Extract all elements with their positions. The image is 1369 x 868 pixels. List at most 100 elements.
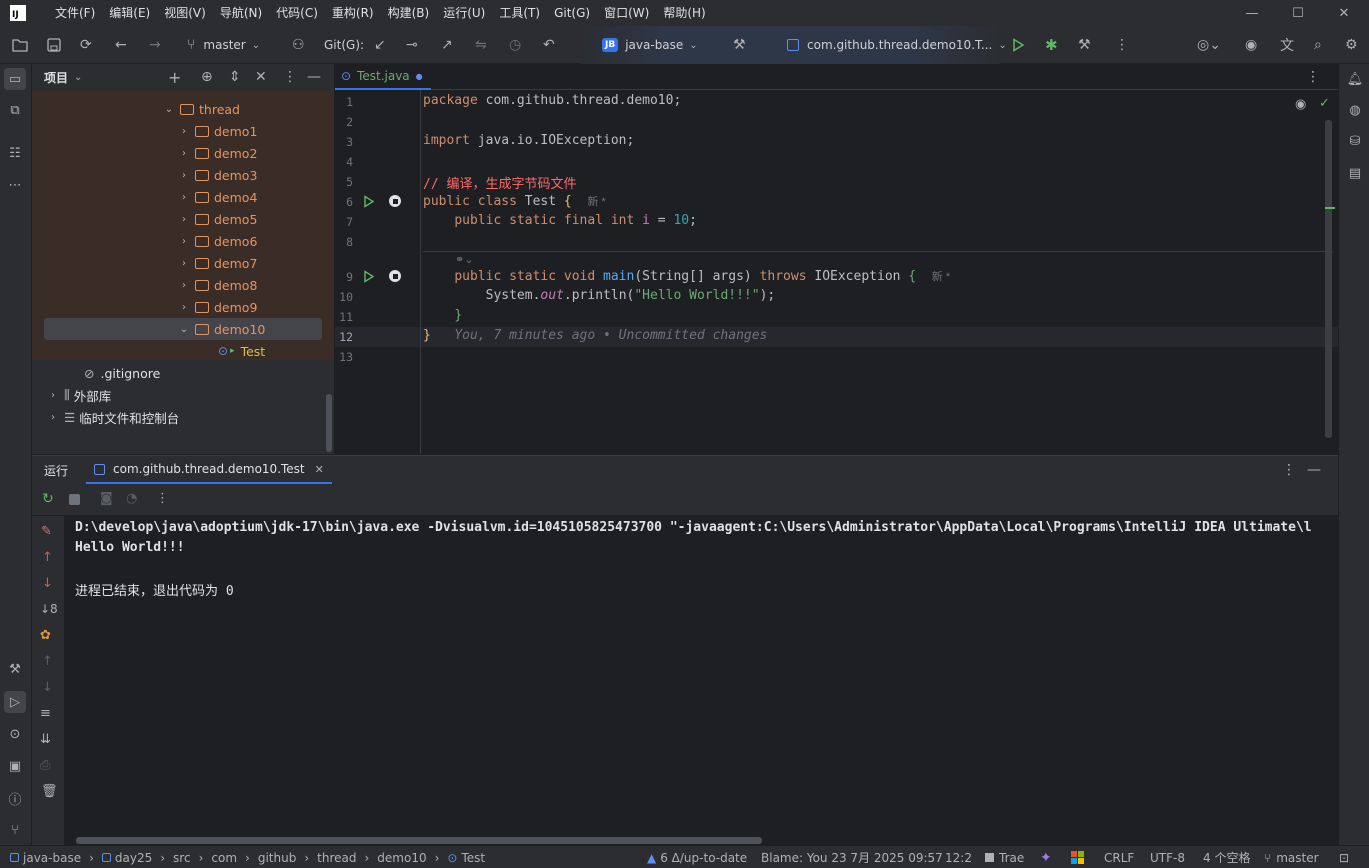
- branch-selector[interactable]: ⑂ master ⌄: [187, 26, 260, 64]
- git-tool-icon[interactable]: ⑂: [4, 819, 26, 841]
- tree-item-demo1[interactable]: › demo1: [32, 120, 322, 142]
- notifications-icon[interactable]: 🔔︎: [1344, 68, 1366, 90]
- next-occurrence-icon[interactable]: ↓: [42, 680, 53, 695]
- back-arrow-icon[interactable]: ←: [115, 26, 127, 64]
- tree-item-scratches[interactable]: › ☰ 临时文件和控制台: [32, 406, 322, 428]
- expand-all-icon[interactable]: ⇕: [229, 69, 241, 85]
- clear-line-icon[interactable]: ✎: [41, 524, 52, 539]
- run-config-selector[interactable]: com.github.thread.demo10.T... ⌄: [787, 26, 1007, 64]
- blame-info[interactable]: Blame: You 23 7月 2025 09:57: [761, 846, 943, 868]
- breakpoint-stop-icon[interactable]: [389, 270, 401, 282]
- code-editor[interactable]: 1 2 3 4 5 6 7 8 9 10 11 12 13 package co…: [335, 90, 1338, 454]
- breadcrumb-item[interactable]: day25: [115, 851, 152, 865]
- search-icon[interactable]: ⌕: [1314, 26, 1322, 64]
- maximize-icon[interactable]: ☐: [1275, 0, 1321, 26]
- tree-item-demo3[interactable]: › demo3: [32, 164, 322, 186]
- prev-occurrence-icon[interactable]: ↑: [42, 654, 53, 669]
- hide-panel-icon[interactable]: —: [1307, 462, 1321, 478]
- build-hammer-icon[interactable]: ⚒: [733, 26, 746, 64]
- menu-refactor[interactable]: 重构(R): [325, 0, 381, 26]
- line-separator[interactable]: CRLF: [1104, 846, 1134, 868]
- vcs-status-icon[interactable]: ◎⌄: [1197, 26, 1221, 64]
- inline-blame[interactable]: You, 7 minutes ago • Uncommitted changes: [454, 328, 767, 343]
- close-window-icon[interactable]: ✕: [1321, 0, 1367, 26]
- scroll-to-end-icon[interactable]: ⇊: [40, 732, 51, 747]
- menu-navigate[interactable]: 导航(N): [213, 0, 269, 26]
- add-user-icon[interactable]: ⚇: [292, 26, 305, 64]
- breadcrumb-item[interactable]: github: [258, 851, 296, 865]
- restore-layout-icon[interactable]: ◔: [126, 491, 137, 506]
- soft-wrap-icon[interactable]: ≡: [40, 706, 51, 721]
- tree-item-external-libraries[interactable]: › ⫼ 外部库: [32, 384, 322, 406]
- screenshot-icon[interactable]: ◙: [100, 491, 113, 506]
- tree-item-demo6[interactable]: › demo6: [32, 230, 322, 252]
- copilot-icon[interactable]: ✦: [1040, 846, 1052, 868]
- save-icon[interactable]: [47, 26, 61, 64]
- reader-mode-eye-icon[interactable]: ◉: [1295, 97, 1306, 112]
- minimize-icon[interactable]: —: [1229, 0, 1275, 26]
- ai-assistant-icon[interactable]: ◉: [1245, 26, 1257, 64]
- tree-item-gitignore[interactable]: ⊘ .gitignore: [32, 362, 322, 384]
- trae-widget[interactable]: Trae: [985, 846, 1024, 868]
- tree-item-demo2[interactable]: › demo2: [32, 142, 322, 164]
- ai-chat-icon[interactable]: ◍: [1344, 99, 1366, 121]
- rerun-icon[interactable]: ↻: [42, 491, 54, 507]
- open-folder-icon[interactable]: [12, 26, 28, 64]
- run-tool-icon[interactable]: ▷: [4, 691, 26, 713]
- database-icon[interactable]: ⛁: [1344, 130, 1366, 152]
- console-horizontal-scrollbar[interactable]: [76, 837, 762, 844]
- tab-test-java[interactable]: ⊙ Test.java ●: [335, 64, 431, 90]
- menu-help[interactable]: 帮助(H): [656, 0, 712, 26]
- run-panel-title[interactable]: 运行: [44, 462, 68, 479]
- tree-item-demo5[interactable]: › demo5: [32, 208, 322, 230]
- git-branch-widget[interactable]: ⑂ master: [1264, 846, 1319, 868]
- tree-item-demo10[interactable]: ⌄ demo10: [44, 318, 322, 340]
- menu-window[interactable]: 窗口(W): [597, 0, 656, 26]
- sort-icon[interactable]: ↓8: [40, 602, 58, 616]
- problems-tool-icon[interactable]: ⓘ: [4, 787, 26, 809]
- tab-options-icon[interactable]: ⋮: [1306, 69, 1320, 85]
- menu-file[interactable]: 文件(F): [48, 0, 102, 26]
- inlay-hint-new[interactable]: 新 *: [932, 271, 950, 283]
- translate-icon[interactable]: 文: [1280, 26, 1294, 64]
- more-options-icon[interactable]: ⋮: [1115, 26, 1129, 64]
- more-options-icon[interactable]: ⋮: [156, 491, 169, 506]
- run-gutter-icon[interactable]: [363, 270, 375, 286]
- git-history-icon[interactable]: ◷: [509, 26, 521, 64]
- git-merge-icon[interactable]: ⇋: [475, 26, 487, 64]
- breadcrumb-item[interactable]: java-base: [23, 851, 81, 865]
- git-commit-icon[interactable]: ⊸: [406, 26, 418, 64]
- menu-build[interactable]: 构建(B): [381, 0, 437, 26]
- breakpoint-stop-icon[interactable]: [389, 195, 401, 207]
- tree-item-demo7[interactable]: › demo7: [32, 252, 322, 274]
- build-tool-icon[interactable]: ⚒: [4, 658, 26, 680]
- delete-trash-icon[interactable]: 🗑︎: [41, 784, 58, 799]
- code-vision-icon[interactable]: ⚭⌄: [455, 253, 473, 266]
- breadcrumb-item[interactable]: thread: [317, 851, 356, 865]
- menu-tools[interactable]: 工具(T): [492, 0, 547, 26]
- tree-item-demo8[interactable]: › demo8: [32, 274, 322, 296]
- indent-setting[interactable]: 4 个空格: [1203, 846, 1250, 868]
- more-tools-icon[interactable]: ⋯: [4, 174, 26, 196]
- forward-arrow-icon[interactable]: →: [149, 26, 161, 64]
- run-gutter-icon[interactable]: [363, 195, 375, 211]
- structure-tool-icon[interactable]: ☷: [4, 142, 26, 164]
- down-arrow-icon[interactable]: ↓: [42, 576, 53, 591]
- intellij-logo-icon[interactable]: IJ: [10, 5, 26, 21]
- services-tool-icon[interactable]: ⊙: [4, 723, 26, 745]
- breadcrumb-item[interactable]: src: [173, 851, 191, 865]
- project-selector[interactable]: JB java-base ⌄: [602, 26, 698, 64]
- close-tab-icon[interactable]: ✕: [315, 463, 324, 476]
- tree-item-test-class[interactable]: ⊙ ▸ Test: [32, 340, 322, 362]
- rollback-icon[interactable]: ↶: [543, 26, 555, 64]
- hide-panel-icon[interactable]: —: [307, 69, 321, 85]
- breadcrumb-item[interactable]: Test: [461, 851, 485, 865]
- windows-logo-icon[interactable]: [1071, 846, 1084, 868]
- stop-icon[interactable]: [69, 494, 80, 505]
- add-icon[interactable]: +: [168, 68, 181, 87]
- caret-position[interactable]: 12:2: [945, 846, 972, 868]
- inlay-hint-new[interactable]: 新 *: [587, 196, 605, 208]
- no-problems-check-icon[interactable]: ✓: [1319, 96, 1330, 111]
- breadcrumb-item[interactable]: com: [211, 851, 237, 865]
- console-output[interactable]: D:\develop\java\adoptium\jdk-17\bin\java…: [75, 516, 1335, 836]
